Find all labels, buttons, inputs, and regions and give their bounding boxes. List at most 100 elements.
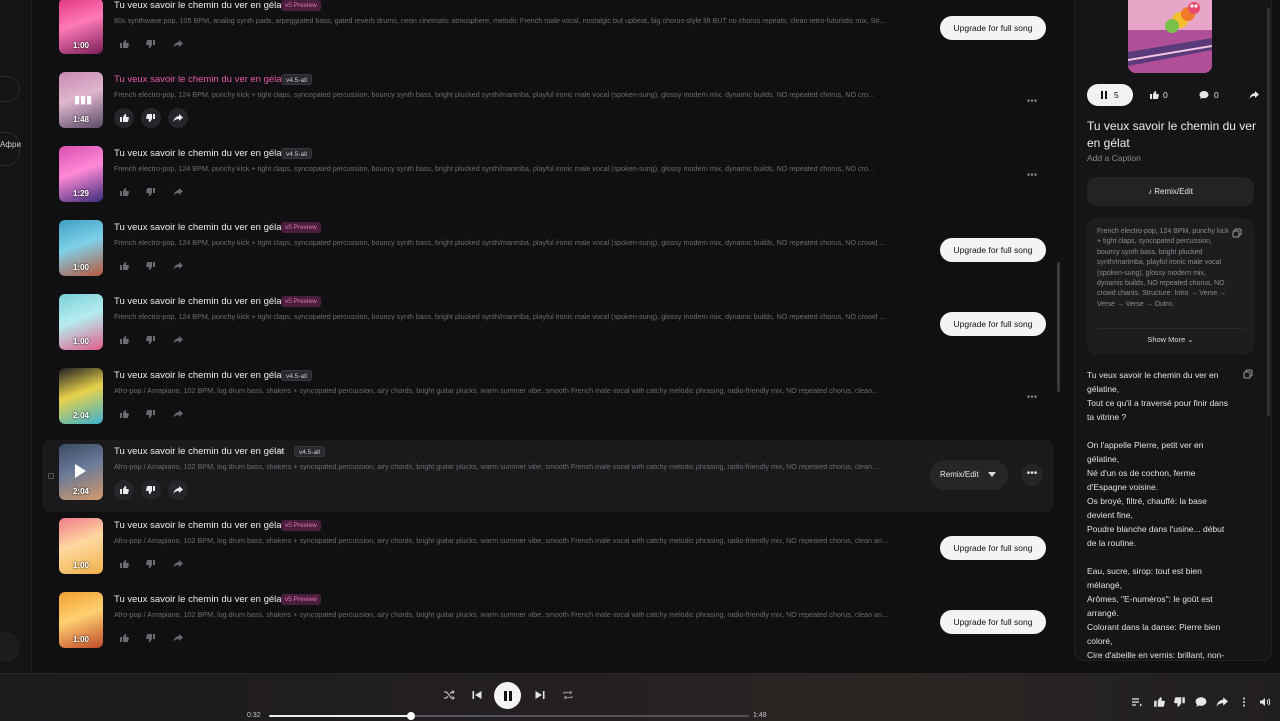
play-icon[interactable] [75,464,86,478]
more-options-button[interactable]: ••• [1021,388,1043,410]
like-button[interactable] [114,34,134,54]
divider [1097,328,1244,329]
song-row[interactable]: 1:00 Tu veux savoir le chemin du ver en g… [42,0,1054,66]
queue-button[interactable] [1131,695,1143,707]
copy-icon[interactable] [1232,228,1242,238]
select-checkbox[interactable] [48,473,54,479]
dislike-button[interactable] [141,256,161,276]
song-row[interactable]: 1:00 Tu veux savoir le chemin du ver en g… [42,290,1054,362]
song-title[interactable]: Tu veux savoir le chemin du ver en gélat [114,446,284,457]
share-button[interactable] [1243,84,1265,106]
dislike-button[interactable] [141,628,161,648]
player-more-button[interactable] [1238,695,1250,707]
song-row[interactable]: 2:04 Tu veux savoir le chemin du ver en g… [42,440,1054,512]
dislike-button[interactable] [141,480,161,500]
song-title[interactable]: Tu veux savoir le chemin du ver en gélat [114,148,284,159]
share-button[interactable] [168,330,188,350]
song-title[interactable]: Tu veux savoir le chemin du ver en gélat [114,520,284,531]
progress-handle[interactable] [407,712,416,720]
comment-count-button[interactable]: 0 [1193,84,1233,106]
sidebar-avatar[interactable] [0,632,20,662]
song-thumbnail[interactable]: 1:00 [59,592,103,648]
like-button[interactable] [114,480,134,500]
dislike-button[interactable] [141,182,161,202]
pencil-icon[interactable]: ✎ [277,447,284,456]
panel-remix-button[interactable]: ♪ Remix/Edit [1087,177,1254,206]
song-thumbnail[interactable]: 1:00 [59,220,103,276]
song-title[interactable]: Tu veux savoir le chemin du ver en gélat [114,594,284,605]
like-button[interactable] [114,554,134,574]
dislike-button[interactable] [141,404,161,424]
panel-song-title[interactable]: Tu veux savoir le chemin du ver en gélat [1087,118,1263,152]
song-title[interactable]: Tu veux savoir le chemin du ver en gélat [114,222,284,233]
song-row[interactable]: 2:04 Tu veux savoir le chemin du ver en g… [42,364,1054,436]
dislike-button[interactable] [141,330,161,350]
language-pill[interactable] [0,132,20,166]
share-button[interactable] [168,480,188,500]
repeat-button[interactable] [561,688,575,702]
song-thumbnail[interactable]: 1:00 [59,518,103,574]
song-thumbnail[interactable]: 2:04 [59,368,103,424]
share-icon [173,336,183,344]
song-title[interactable]: Tu veux savoir le chemin du ver en gélat [114,370,284,381]
song-title[interactable]: Tu veux savoir le chemin du ver en gélat [114,296,284,307]
dislike-button[interactable] [141,34,161,54]
show-more-button[interactable]: Show More ⌄ [1087,335,1254,344]
volume-button[interactable] [1259,695,1271,707]
player-comment-button[interactable] [1195,695,1207,707]
previous-button[interactable] [470,688,484,702]
like-button[interactable] [114,182,134,202]
song-row[interactable]: 1:00 Tu veux savoir le chemin du ver en g… [42,216,1054,288]
play-count-button[interactable]: 5 [1087,84,1133,106]
more-options-button[interactable]: ••• [1021,464,1043,486]
more-options-button[interactable]: ••• [1021,166,1043,188]
dislike-button[interactable] [141,108,161,128]
share-button[interactable] [168,554,188,574]
list-scrollbar[interactable] [1057,262,1060,392]
like-button[interactable] [114,628,134,648]
song-row[interactable]: 1:29 Tu veux savoir le chemin du ver en g… [42,142,1054,214]
sidebar-pill-top[interactable] [0,76,20,102]
like-button[interactable] [114,330,134,350]
share-button[interactable] [168,404,188,424]
share-button[interactable] [168,108,188,128]
player-like-button[interactable] [1153,695,1165,707]
song-row[interactable]: ▮▮▮ 1:48 Tu veux savoir le chemin du ver e… [42,68,1054,140]
upgrade-button[interactable]: Upgrade for full song [940,16,1046,40]
song-title[interactable]: Tu veux savoir le chemin du ver en gélat [114,0,284,11]
player-share-button[interactable] [1216,695,1228,707]
player-dislike-button[interactable] [1174,695,1186,707]
song-row[interactable]: 1:00 Tu veux savoir le chemin du ver en g… [42,588,1054,660]
song-thumbnail[interactable]: 1:00 [59,294,103,350]
song-thumbnail[interactable]: ▮▮▮ 1:48 [59,72,103,128]
song-title[interactable]: Tu veux savoir le chemin du ver en gélat [114,74,284,85]
share-button[interactable] [168,256,188,276]
song-thumbnail[interactable]: 1:29 [59,146,103,202]
next-button[interactable] [533,688,547,702]
share-button[interactable] [168,628,188,648]
panel-scrollbar[interactable] [1267,8,1270,416]
play-pause-button[interactable] [494,682,521,709]
dislike-button[interactable] [141,554,161,574]
remix-edit-dropdown[interactable]: Remix/Edit [930,460,1008,490]
like-button[interactable] [114,404,134,424]
like-count-button[interactable]: 0 [1143,84,1183,106]
song-thumbnail[interactable]: 1:00 [59,0,103,54]
song-row[interactable]: 1:00 Tu veux savoir le chemin du ver en g… [42,514,1054,586]
upgrade-button[interactable]: Upgrade for full song [940,312,1046,336]
like-button[interactable] [114,108,134,128]
share-button[interactable] [168,34,188,54]
share-button[interactable] [168,182,188,202]
upgrade-button[interactable]: Upgrade for full song [940,536,1046,560]
add-caption[interactable]: Add a Caption [1087,153,1141,163]
song-cover-art [1128,0,1212,73]
shuffle-button[interactable] [442,688,456,702]
language-label[interactable]: Афри [0,140,21,149]
upgrade-button[interactable]: Upgrade for full song [940,610,1046,634]
upgrade-button[interactable]: Upgrade for full song [940,238,1046,262]
more-options-button[interactable]: ••• [1021,92,1043,114]
song-thumbnail[interactable]: 2:04 [59,444,103,500]
like-button[interactable] [114,256,134,276]
progress-slider[interactable] [269,712,749,720]
copy-lyrics-icon[interactable] [1243,369,1253,379]
